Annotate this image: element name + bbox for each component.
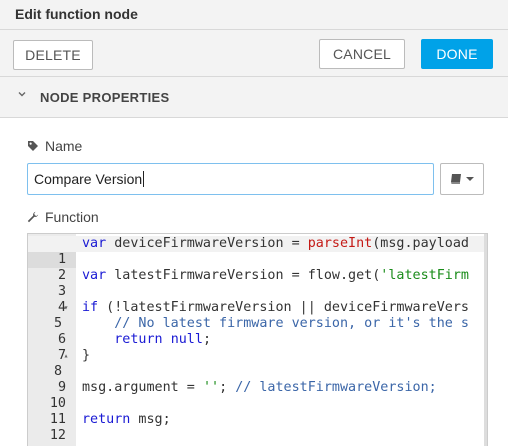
tag-icon bbox=[28, 141, 38, 151]
code-token: } bbox=[82, 348, 91, 363]
library-button[interactable] bbox=[440, 163, 484, 195]
caret-down-icon bbox=[466, 177, 474, 181]
name-label: Name bbox=[27, 138, 82, 154]
name-input[interactable]: Compare Version bbox=[27, 163, 434, 195]
code-token: '' bbox=[202, 380, 220, 395]
name-label-text: Name bbox=[45, 138, 83, 154]
code-token: // No latest firmware version, or it's t… bbox=[114, 316, 469, 331]
book-icon bbox=[451, 174, 461, 184]
fold-toggle-icon[interactable]: ▾ bbox=[61, 300, 71, 316]
fold-toggle-icon[interactable]: ▴ bbox=[61, 348, 71, 364]
text-caret bbox=[143, 171, 145, 187]
code-token: parseInt bbox=[307, 236, 373, 251]
cancel-button[interactable]: CANCEL bbox=[319, 39, 405, 69]
code-token: var bbox=[82, 236, 107, 251]
code-token: // latestFirmwareVersion; bbox=[235, 380, 437, 395]
code-line[interactable]: 3 var latestFirmwareVersion = flow.get('… bbox=[28, 268, 486, 299]
code-token: 'latestFirm bbox=[380, 268, 469, 283]
code-token: (msg.payload bbox=[372, 236, 469, 251]
code-token: return bbox=[82, 412, 131, 427]
code-token: var bbox=[82, 268, 107, 283]
code-token: return bbox=[114, 332, 163, 347]
code-line[interactable]: 6 // No latest firmware version, or it's… bbox=[28, 316, 486, 347]
code-line[interactable]: 7 return null; bbox=[28, 332, 486, 363]
code-line[interactable]: 2 bbox=[28, 252, 486, 283]
section-title: NODE PROPERTIES bbox=[40, 90, 170, 105]
chevron-down-icon[interactable] bbox=[16, 88, 28, 100]
code-token: if bbox=[82, 300, 99, 315]
code-token: msg; bbox=[130, 412, 171, 427]
code-token: msg.argument = bbox=[82, 380, 203, 395]
editor-scrollbar[interactable] bbox=[484, 234, 487, 446]
code-token: ; bbox=[202, 332, 211, 347]
dialog-toolbar: DELETE CANCEL DONE bbox=[0, 30, 508, 77]
code-token: ; bbox=[219, 380, 236, 395]
code-line[interactable]: 8 ▴ } bbox=[28, 348, 486, 379]
line-number: 12 bbox=[49, 428, 66, 443]
code-line[interactable]: 12 return msg; bbox=[28, 412, 486, 443]
code-line[interactable]: 4 bbox=[28, 284, 486, 315]
code-token: null bbox=[170, 332, 203, 347]
wrench-icon bbox=[27, 211, 39, 223]
code-token: deviceFirmwareVersion = bbox=[106, 236, 308, 251]
name-input-value: Compare Version bbox=[34, 171, 143, 187]
function-label: Function bbox=[27, 209, 99, 225]
code-line[interactable]: 5 ▾ if (!latestFirmwareVersion || device… bbox=[28, 300, 486, 331]
code-editor[interactable]: 1 var deviceFirmwareVersion = parseInt(m… bbox=[27, 233, 488, 446]
code-token: latestFirmwareVersion = flow.get( bbox=[106, 268, 381, 283]
code-token: (!latestFirmwareVersion || deviceFirmwar… bbox=[98, 300, 469, 315]
delete-button[interactable]: DELETE bbox=[13, 40, 93, 70]
code-line[interactable]: 11 bbox=[28, 396, 486, 427]
done-button[interactable]: DONE bbox=[421, 39, 493, 69]
code-line[interactable]: 10 msg.argument = ''; // latestFirmwareV… bbox=[28, 380, 486, 411]
function-label-text: Function bbox=[45, 209, 99, 225]
dialog-title: Edit function node bbox=[0, 0, 508, 30]
code-line[interactable]: 9 bbox=[28, 364, 486, 395]
node-properties-header[interactable]: NODE PROPERTIES bbox=[0, 77, 508, 118]
code-line[interactable]: 1 var deviceFirmwareVersion = parseInt(m… bbox=[28, 236, 486, 268]
